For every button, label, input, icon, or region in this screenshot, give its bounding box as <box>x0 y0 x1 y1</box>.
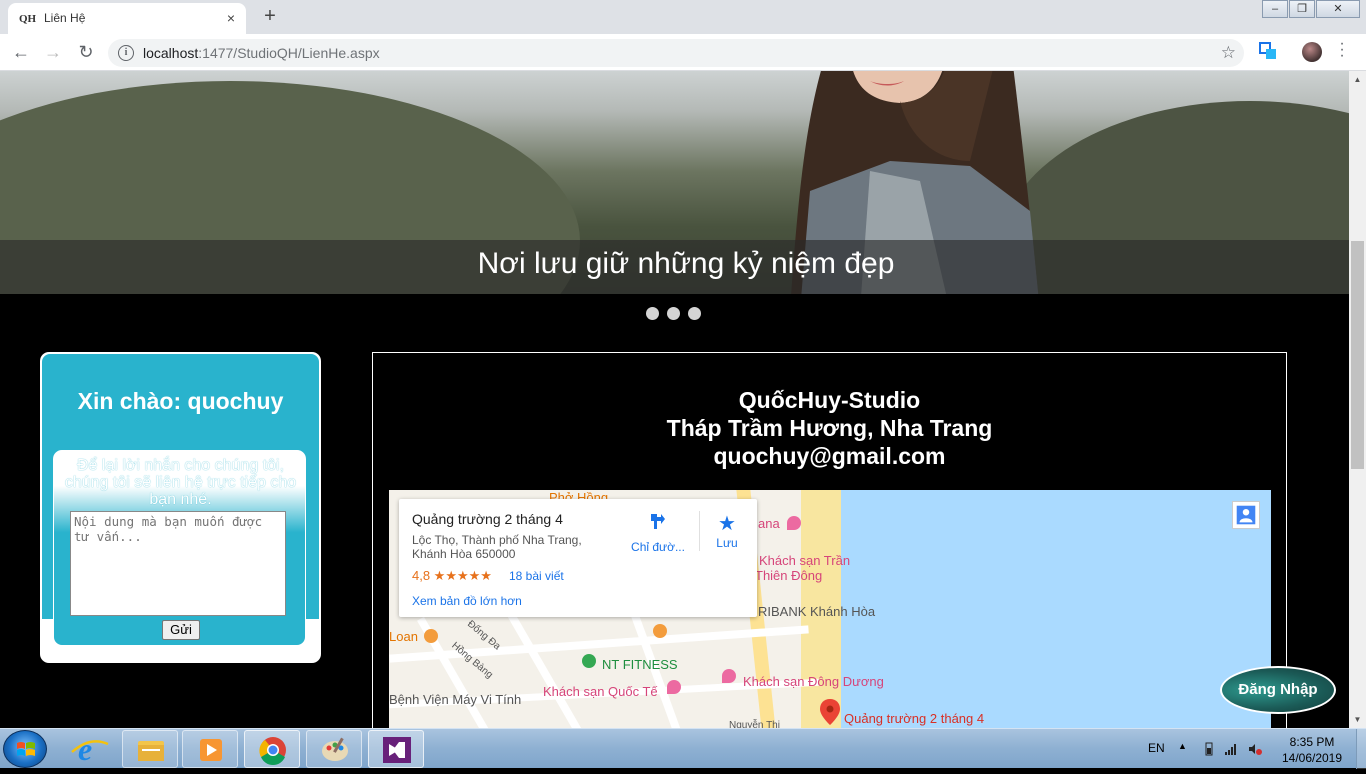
map-label-nt-fitness: NT FITNESS <box>602 657 678 672</box>
map-pin-label: Quảng trường 2 tháng 4 <box>844 711 985 726</box>
minimize-icon[interactable]: – <box>1262 0 1288 18</box>
internet-explorer-icon[interactable]: e <box>62 730 118 768</box>
tray-expand-icon[interactable]: ▲ <box>1178 741 1187 751</box>
restore-icon[interactable]: ❐ <box>1289 0 1315 18</box>
scroll-up-icon[interactable]: ▲ <box>1349 71 1366 88</box>
slider-dots <box>646 307 701 320</box>
url-text: localhost:1477/StudioQH/LienHe.aspx <box>143 45 380 61</box>
battery-icon[interactable] <box>1202 742 1216 756</box>
svg-text:e: e <box>78 731 92 767</box>
window-controls: – ❐ ✕ <box>1261 0 1360 18</box>
close-tab-icon[interactable]: × <box>222 9 240 27</box>
directions-icon <box>651 514 665 529</box>
bookmark-star-icon[interactable]: ☆ <box>1221 43 1236 63</box>
studio-name: QuốcHuy-Studio <box>738 387 921 413</box>
paint-icon[interactable] <box>306 730 362 768</box>
slider-dot[interactable] <box>688 307 701 320</box>
studio-address: Tháp Trầm Hương, Nha Trang <box>666 415 993 441</box>
hero-slider: Nơi lưu giữ những kỷ niệm đẹp <box>0 71 1349 294</box>
restaurant-pin-icon <box>424 629 438 643</box>
location-pin-icon[interactable] <box>819 699 841 725</box>
browser-toolbar: ← → ↻ i localhost:1477/StudioQH/LienHe.a… <box>0 34 1366 71</box>
windows-taskbar: e EN ▲ 8:35 PM 14/06/2019 <box>0 728 1366 769</box>
restaurant-pin-icon <box>653 624 667 638</box>
clock-time: 8:35 PM <box>1289 735 1335 749</box>
place-title: Quảng trường 2 tháng 4 <box>412 511 563 527</box>
place-reviews-link[interactable]: 18 bài viết <box>509 569 564 583</box>
menu-dots-icon[interactable]: · · · <box>1338 36 1346 64</box>
login-button[interactable]: Đăng Nhập <box>1220 666 1336 714</box>
directions-label: Chỉ đườ... <box>631 540 685 554</box>
studio-email: quochuy@gmail.com <box>713 443 946 469</box>
system-clock[interactable]: 8:35 PM 14/06/2019 <box>1280 734 1344 766</box>
language-indicator[interactable]: EN <box>1148 741 1165 755</box>
message-box: Để lại lời nhắn cho chúng tôi, chúng tôi… <box>53 450 306 646</box>
save-label: Lưu <box>716 536 738 550</box>
site-info-icon[interactable]: i <box>118 45 134 61</box>
slider-caption: Nơi lưu giữ những kỷ niệm đẹp <box>477 247 895 280</box>
map-label-khach-san-tran: Khách sạn Trần <box>759 553 851 568</box>
volume-muted-icon[interactable] <box>1248 742 1262 756</box>
larger-map-link[interactable]: Xem bản đồ lớn hơn <box>412 594 522 608</box>
place-rating: 4,8 ★★★★★ <box>412 568 492 583</box>
map-label-benh-vien: Bệnh Viện Máy Vi Tính <box>389 692 522 707</box>
browser-tab-strip: QH Liên Hệ × + – ❐ ✕ <box>0 0 1366 34</box>
browser-tab[interactable]: QH Liên Hệ × <box>8 3 246 34</box>
network-signal-icon[interactable] <box>1224 742 1238 756</box>
place-address: Lộc Thọ, Thành phố Nha Trang, Khánh Hòa … <box>412 533 582 561</box>
new-tab-icon[interactable]: + <box>259 6 281 28</box>
extension-icon[interactable] <box>1259 42 1277 60</box>
reload-icon[interactable]: ↻ <box>74 41 98 65</box>
clock-date: 14/06/2019 <box>1281 751 1343 765</box>
back-arrow-icon[interactable]: ← <box>9 41 33 65</box>
scroll-thumb[interactable] <box>1351 241 1364 469</box>
directions-button[interactable]: Chỉ đườ... <box>629 511 687 554</box>
slider-dot[interactable] <box>646 307 659 320</box>
hotel-pin-icon <box>667 680 681 694</box>
greeting-card: Xin chào: quochuy Để lại lời nhắn cho ch… <box>40 352 321 663</box>
send-button[interactable]: Gửi <box>162 620 200 640</box>
save-star-icon: ★ <box>718 513 736 535</box>
url-host: localhost <box>143 45 199 61</box>
map-label-khach-san-dong-duong: Khách sạn Đông Dương <box>743 674 884 689</box>
street-view-pegman-icon[interactable] <box>1232 501 1260 529</box>
visual-studio-icon[interactable] <box>368 730 424 768</box>
card-divider <box>699 511 700 551</box>
site-favicon-icon: QH <box>19 13 37 25</box>
url-path: :1477/StudioQH/LienHe.aspx <box>198 45 380 61</box>
google-map[interactable]: Phở Hồng ana Khách sạn Trần Thiên Đông R… <box>389 490 1271 728</box>
save-place-button[interactable]: ★ Lưu <box>711 511 743 550</box>
forward-arrow-icon[interactable]: → <box>41 41 65 65</box>
map-label-agribank: RIBANK Khánh Hòa <box>758 604 876 619</box>
window-close-icon[interactable]: ✕ <box>1316 0 1360 18</box>
media-player-icon[interactable] <box>182 730 238 768</box>
start-button[interactable] <box>3 730 47 768</box>
windows-logo-icon <box>17 742 35 756</box>
map-label-thien-dong: Thiên Đông <box>755 568 823 583</box>
map-label-loan: Loan <box>389 629 418 644</box>
hotel-pin-icon <box>787 516 801 530</box>
hotel-pin-icon <box>722 669 736 683</box>
map-label-nguyen-thi: Nguyễn Thị <box>729 720 780 728</box>
gym-pin-icon <box>582 654 596 668</box>
show-desktop-button[interactable] <box>1356 729 1366 769</box>
map-label-khach-san-quoc-te: Khách sạn Quốc Tế <box>543 684 658 699</box>
page-content: Nơi lưu giữ những kỷ niệm đẹp Xin chào: … <box>0 71 1349 728</box>
chrome-icon[interactable] <box>244 730 300 768</box>
message-instructions: Để lại lời nhắn cho chúng tôi, chúng tôi… <box>64 457 297 508</box>
page-scrollbar[interactable]: ▲ ▼ <box>1349 71 1366 728</box>
address-bar[interactable]: i localhost:1477/StudioQH/LienHe.aspx ☆ <box>108 39 1244 67</box>
greeting-title: Xin chào: quochuy <box>77 388 284 414</box>
map-label-ana: ana <box>758 516 780 531</box>
tab-title: Liên Hệ <box>44 11 86 25</box>
map-road <box>504 607 582 728</box>
profile-avatar[interactable] <box>1302 42 1322 62</box>
place-info-card: Quảng trường 2 tháng 4 Lộc Thọ, Thành ph… <box>399 499 757 617</box>
message-textarea[interactable] <box>70 511 286 616</box>
file-explorer-icon[interactable] <box>122 730 178 768</box>
sea-area <box>841 490 1271 728</box>
scroll-down-icon[interactable]: ▼ <box>1349 711 1366 728</box>
slider-dot[interactable] <box>667 307 680 320</box>
